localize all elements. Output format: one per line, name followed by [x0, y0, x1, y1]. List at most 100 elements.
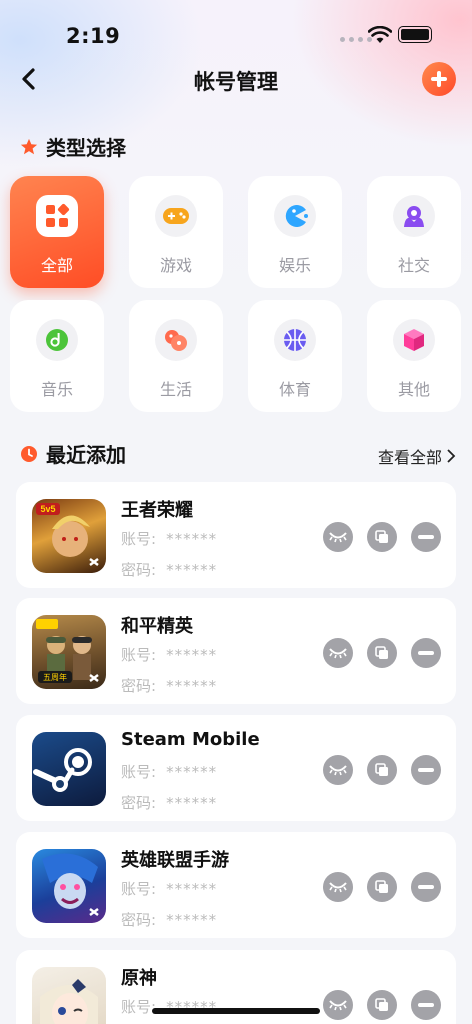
category-label: 生活 [159, 380, 192, 399]
social-icon [393, 195, 435, 237]
view-all-link[interactable]: 查看全部 [378, 444, 456, 468]
category-label: 音乐 [40, 380, 73, 399]
pacman-icon [274, 195, 316, 237]
category-grid: 全部 游戏 娱乐 社交 音乐 生活 体育 其他 [10, 176, 462, 412]
category-section-title: 类型选择 [46, 136, 126, 160]
battery-icon [398, 26, 432, 43]
account-value: ****** [166, 646, 218, 664]
eye-closed-icon[interactable] [323, 522, 353, 552]
password-row: 密码: ****** [121, 909, 217, 930]
card-actions [323, 638, 441, 668]
password-label: 密码: [121, 794, 157, 812]
basketball-icon [274, 319, 316, 361]
category-label: 社交 [397, 256, 430, 275]
music-icon [36, 319, 78, 361]
account-card[interactable]: 五周年 和平精英 账号: ****** 密码: ****** [16, 598, 456, 704]
card-actions [323, 872, 441, 902]
delete-icon[interactable] [411, 990, 441, 1020]
copy-icon[interactable] [367, 990, 397, 1020]
copy-icon[interactable] [367, 522, 397, 552]
account-row: 账号: ****** [121, 761, 217, 782]
app-icon-peacekeeper-elite: 五周年 [32, 615, 106, 689]
wifi-icon [368, 26, 392, 43]
category-sports[interactable]: 体育 [248, 300, 342, 412]
cube-icon [393, 319, 435, 361]
account-label: 账号: [121, 763, 157, 781]
password-label: 密码: [121, 677, 157, 695]
password-value: ****** [166, 794, 218, 812]
grid-icon [36, 195, 78, 237]
delete-icon[interactable] [411, 755, 441, 785]
category-section-header: 类型选择 [20, 132, 126, 161]
account-name: 原神 [121, 968, 157, 989]
recent-section-header: 最近添加 [20, 439, 126, 468]
delete-icon[interactable] [411, 638, 441, 668]
app-icon-league-of-legends [32, 849, 106, 923]
eye-closed-icon[interactable] [323, 990, 353, 1020]
eye-closed-icon[interactable] [323, 638, 353, 668]
copy-icon[interactable] [367, 872, 397, 902]
nav-bar: 帐号管理 [0, 60, 472, 100]
category-label: 其他 [397, 380, 430, 399]
password-row: 密码: ****** [121, 675, 217, 696]
account-value: ****** [166, 880, 218, 898]
home-indicator[interactable] [152, 1008, 320, 1014]
chevron-right-icon [447, 449, 456, 463]
category-games[interactable]: 游戏 [129, 176, 223, 288]
account-value: ****** [166, 763, 218, 781]
card-actions [323, 990, 441, 1020]
account-row: 账号: ****** [121, 528, 217, 549]
category-entertainment[interactable]: 娱乐 [248, 176, 342, 288]
category-label: 游戏 [159, 256, 192, 275]
account-name: 王者荣耀 [121, 500, 193, 521]
recent-section-title: 最近添加 [46, 443, 126, 467]
eye-closed-icon[interactable] [323, 755, 353, 785]
account-label: 账号: [121, 880, 157, 898]
password-row: 密码: ****** [121, 559, 217, 580]
account-name: Steam Mobile [121, 729, 260, 750]
password-label: 密码: [121, 561, 157, 579]
life-icon [155, 319, 197, 361]
category-life[interactable]: 生活 [129, 300, 223, 412]
account-name: 英雄联盟手游 [121, 850, 229, 871]
add-account-button[interactable] [422, 62, 456, 96]
category-label: 全部 [40, 256, 73, 275]
account-card[interactable]: 英雄联盟手游 账号: ****** 密码: ****** [16, 832, 456, 938]
clock-icon [21, 445, 37, 462]
account-card[interactable]: Steam Mobile 账号: ****** 密码: ****** [16, 715, 456, 821]
card-actions [323, 522, 441, 552]
account-name: 和平精英 [121, 616, 193, 637]
app-icon-honor-of-kings: 5v5 [32, 499, 106, 573]
delete-icon[interactable] [411, 522, 441, 552]
account-value: ****** [166, 530, 218, 548]
gamepad-icon [155, 195, 197, 237]
status-bar: 2:19 [0, 0, 472, 64]
account-label: 账号: [121, 998, 157, 1016]
password-value: ****** [166, 561, 218, 579]
page-title: 帐号管理 [194, 70, 278, 94]
category-social[interactable]: 社交 [367, 176, 461, 288]
copy-icon[interactable] [367, 638, 397, 668]
status-time: 2:19 [66, 24, 121, 48]
eye-closed-icon[interactable] [323, 872, 353, 902]
password-value: ****** [166, 677, 218, 695]
category-other[interactable]: 其他 [367, 300, 461, 412]
category-music[interactable]: 音乐 [10, 300, 104, 412]
view-all-label: 查看全部 [377, 448, 442, 467]
account-label: 账号: [121, 530, 157, 548]
app-icon-steam [32, 732, 106, 806]
account-card[interactable]: 5v5 王者荣耀 账号: ****** 密码: ****** [16, 482, 456, 588]
category-label: 娱乐 [278, 256, 311, 275]
copy-icon[interactable] [367, 755, 397, 785]
password-row: 密码: ****** [121, 792, 217, 813]
app-badge: 5v5 [40, 504, 55, 514]
delete-icon[interactable] [411, 872, 441, 902]
account-row: 账号: ****** [121, 878, 217, 899]
card-actions [323, 755, 441, 785]
category-label: 体育 [278, 380, 311, 399]
password-label: 密码: [121, 911, 157, 929]
account-label: 账号: [121, 646, 157, 664]
category-all[interactable]: 全部 [10, 176, 104, 288]
app-icon-genshin-impact [32, 967, 106, 1024]
password-value: ****** [166, 911, 218, 929]
